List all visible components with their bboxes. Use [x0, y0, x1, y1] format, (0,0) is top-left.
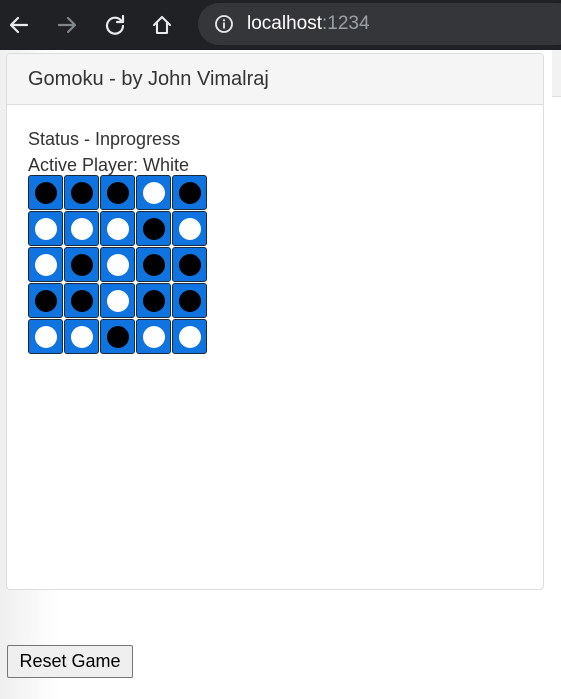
black-stone — [179, 254, 201, 276]
white-stone — [143, 326, 165, 348]
board-cell[interactable] — [136, 283, 171, 318]
board-cell[interactable] — [136, 247, 171, 282]
board-cell[interactable] — [64, 175, 99, 210]
white-stone — [35, 326, 57, 348]
board-cell[interactable] — [172, 247, 207, 282]
board-cell[interactable] — [64, 211, 99, 246]
board-cell[interactable] — [100, 211, 135, 246]
info-icon[interactable] — [214, 14, 234, 34]
board-cell[interactable] — [100, 247, 135, 282]
reset-game-button[interactable]: Reset Game — [7, 645, 133, 678]
board-cell[interactable] — [100, 319, 135, 354]
board-cell[interactable] — [28, 211, 63, 246]
black-stone — [107, 326, 129, 348]
white-stone — [179, 218, 201, 240]
home-button[interactable] — [145, 8, 179, 42]
board-cell[interactable] — [28, 247, 63, 282]
home-icon — [152, 15, 172, 35]
forward-arrow-icon — [57, 16, 77, 34]
board-cell[interactable] — [172, 283, 207, 318]
white-stone — [71, 218, 93, 240]
forward-button[interactable] — [50, 8, 84, 42]
url-port: :1234 — [322, 13, 370, 34]
url-host: localhost — [247, 13, 322, 34]
game-board — [28, 175, 208, 355]
white-stone — [107, 218, 129, 240]
reload-icon — [105, 14, 125, 35]
board-cell[interactable] — [28, 319, 63, 354]
board-cell[interactable] — [172, 175, 207, 210]
panel-body: Status - Inprogress Active Player: White — [7, 105, 543, 178]
board-cell[interactable] — [64, 247, 99, 282]
black-stone — [35, 290, 57, 312]
board-cell[interactable] — [64, 319, 99, 354]
back-button[interactable] — [2, 8, 36, 42]
board-cell[interactable] — [172, 211, 207, 246]
game-panel: Gomoku - by John Vimalraj Status - Inpro… — [6, 53, 544, 590]
game-status: Status - Inprogress — [28, 129, 181, 149]
white-stone — [35, 254, 57, 276]
url-text: localhost:1234 — [247, 13, 370, 35]
black-stone — [179, 182, 201, 204]
black-stone — [71, 254, 93, 276]
browser-toolbar: localhost:1234 — [0, 0, 561, 50]
board-cell[interactable] — [136, 175, 171, 210]
white-stone — [143, 182, 165, 204]
panel-title: Gomoku - by John Vimalraj — [7, 54, 543, 105]
reload-button[interactable] — [98, 8, 132, 42]
black-stone — [35, 182, 57, 204]
white-stone — [35, 218, 57, 240]
black-stone — [143, 290, 165, 312]
board-cell[interactable] — [172, 319, 207, 354]
black-stone — [179, 290, 201, 312]
black-stone — [71, 182, 93, 204]
white-stone — [107, 290, 129, 312]
board-cell[interactable] — [100, 175, 135, 210]
board-cell[interactable] — [64, 283, 99, 318]
board-cell[interactable] — [136, 211, 171, 246]
board-cell[interactable] — [28, 175, 63, 210]
black-stone — [71, 290, 93, 312]
page-edge-strip — [552, 50, 561, 97]
black-stone — [107, 182, 129, 204]
back-arrow-icon — [9, 16, 29, 34]
white-stone — [179, 326, 201, 348]
board-cell[interactable] — [136, 319, 171, 354]
black-stone — [143, 218, 165, 240]
board-cell[interactable] — [28, 283, 63, 318]
black-stone — [143, 254, 165, 276]
white-stone — [71, 326, 93, 348]
white-stone — [107, 254, 129, 276]
address-bar[interactable]: localhost:1234 — [198, 3, 561, 45]
board-cell[interactable] — [100, 283, 135, 318]
